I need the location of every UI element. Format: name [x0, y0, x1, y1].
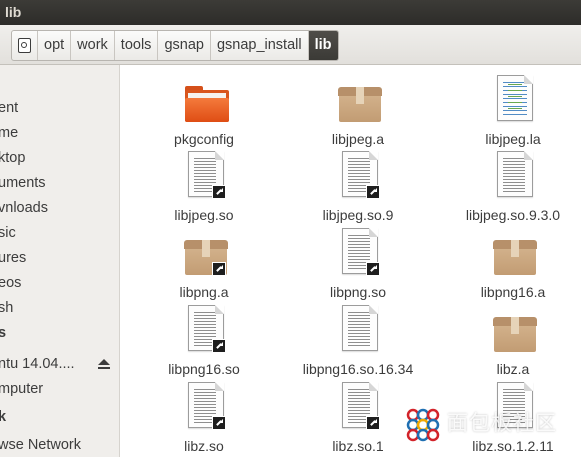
watermark-logo-icon: [403, 405, 443, 445]
file-item-libpng16-so-16-34[interactable]: libpng16.so.16.34: [278, 305, 438, 383]
symlink-arrow-icon: [212, 416, 226, 430]
file-item-libjpeg-la[interactable]: libjpeg.la: [433, 75, 581, 153]
file-name: libjpeg.so: [174, 207, 234, 223]
window-title: lib: [5, 4, 22, 20]
file-grid: pkgconfig libjpeg.a libjpeg.la libjpeg.s…: [121, 65, 581, 457]
sidebar-item-trash[interactable]: sh: [0, 297, 13, 319]
file-item-libjpeg-so-9[interactable]: libjpeg.so.9: [278, 151, 438, 229]
file-name: libjpeg.so.9: [322, 207, 394, 223]
sidebar-item-computer[interactable]: mputer: [0, 378, 43, 400]
file-item-libjpeg-a[interactable]: libjpeg.a: [278, 75, 438, 153]
file-name: libjpeg.la: [485, 131, 541, 147]
file-name: libz.so: [184, 438, 224, 454]
file-name: pkgconfig: [174, 131, 234, 147]
sidebar-item-recent[interactable]: ent: [0, 97, 18, 119]
folder-icon: [184, 75, 229, 123]
symlink-arrow-icon: [212, 262, 226, 276]
sidebar-item-home[interactable]: me: [0, 122, 18, 144]
sidebar-item-pictures[interactable]: ures: [0, 247, 26, 269]
file-name: libjpeg.a: [331, 131, 385, 147]
breadcrumb-current[interactable]: lib: [308, 31, 338, 60]
window-titlebar: lib: [0, 0, 581, 25]
sidebar: ent me ktop uments vnloads sic ures eos …: [0, 65, 120, 457]
file-name: libpng16.so: [168, 361, 240, 377]
sidebar-item-desktop[interactable]: ktop: [0, 147, 25, 169]
package-icon: [493, 228, 537, 276]
breadcrumb-gsnap-install[interactable]: gsnap_install: [211, 31, 309, 60]
text-file-icon: [338, 382, 380, 430]
breadcrumb-work[interactable]: work: [71, 31, 115, 60]
file-item-libpng16-a[interactable]: libpng16.a: [433, 228, 581, 306]
sidebar-item-downloads[interactable]: vnloads: [0, 197, 48, 219]
sidebar-item-videos[interactable]: eos: [0, 272, 21, 294]
file-item-libz-a[interactable]: libz.a: [433, 305, 581, 383]
package-icon: [184, 228, 228, 276]
file-item-libjpeg-so[interactable]: libjpeg.so: [124, 151, 284, 229]
eject-icon[interactable]: [98, 359, 110, 370]
file-name: libpng16.a: [480, 284, 546, 300]
toolbar: opt work tools gsnap gsnap_install lib: [0, 25, 581, 65]
file-name: libjpeg.so.9.3.0: [465, 207, 561, 223]
text-file-icon: [184, 151, 226, 199]
symlink-arrow-icon: [366, 185, 380, 199]
watermark-text: 面包板社区: [447, 412, 557, 435]
breadcrumb: opt work tools gsnap gsnap_install lib: [11, 30, 339, 61]
text-file-icon: [493, 151, 533, 199]
symlink-arrow-icon: [366, 262, 380, 276]
file-name: libpng.a: [179, 284, 229, 300]
sidebar-heading-network: k: [0, 406, 6, 428]
text-file-icon: [338, 151, 380, 199]
text-file-icon: [493, 75, 533, 123]
file-name: libpng.so: [329, 284, 387, 300]
package-icon: [493, 305, 537, 353]
file-item-libpng-a[interactable]: libpng.a: [124, 228, 284, 306]
breadcrumb-tools[interactable]: tools: [115, 31, 159, 60]
sidebar-item-browse-network[interactable]: wse Network: [0, 434, 81, 456]
symlink-arrow-icon: [366, 416, 380, 430]
sidebar-item-ubuntu-volume[interactable]: ntu 14.04....: [0, 353, 75, 375]
breadcrumb-gsnap[interactable]: gsnap: [158, 31, 211, 60]
symlink-arrow-icon: [212, 339, 226, 353]
package-icon: [338, 75, 382, 123]
file-item-libpng16-so[interactable]: libpng16.so: [124, 305, 284, 383]
breadcrumb-opt[interactable]: opt: [38, 31, 72, 60]
text-file-icon: [338, 228, 380, 276]
file-item-libpng-so[interactable]: libpng.so: [278, 228, 438, 306]
drive-icon: [18, 38, 31, 53]
root-drive-button[interactable]: [12, 31, 38, 60]
text-file-icon: [184, 382, 226, 430]
text-file-icon: [338, 305, 378, 353]
file-item-libjpeg-so-9-3-0[interactable]: libjpeg.so.9.3.0: [433, 151, 581, 229]
sidebar-item-documents[interactable]: uments: [0, 172, 46, 194]
watermark: 面包板社区: [401, 403, 581, 449]
text-file-icon: [184, 305, 226, 353]
file-name: libz.a: [496, 361, 530, 377]
file-item-libz-so[interactable]: libz.so: [124, 382, 284, 457]
sidebar-item-music[interactable]: sic: [0, 222, 16, 244]
symlink-arrow-icon: [212, 185, 226, 199]
sidebar-heading-devices: s: [0, 322, 6, 344]
file-item-pkgconfig[interactable]: pkgconfig: [124, 75, 284, 153]
file-name: libpng16.so.16.34: [302, 361, 414, 377]
